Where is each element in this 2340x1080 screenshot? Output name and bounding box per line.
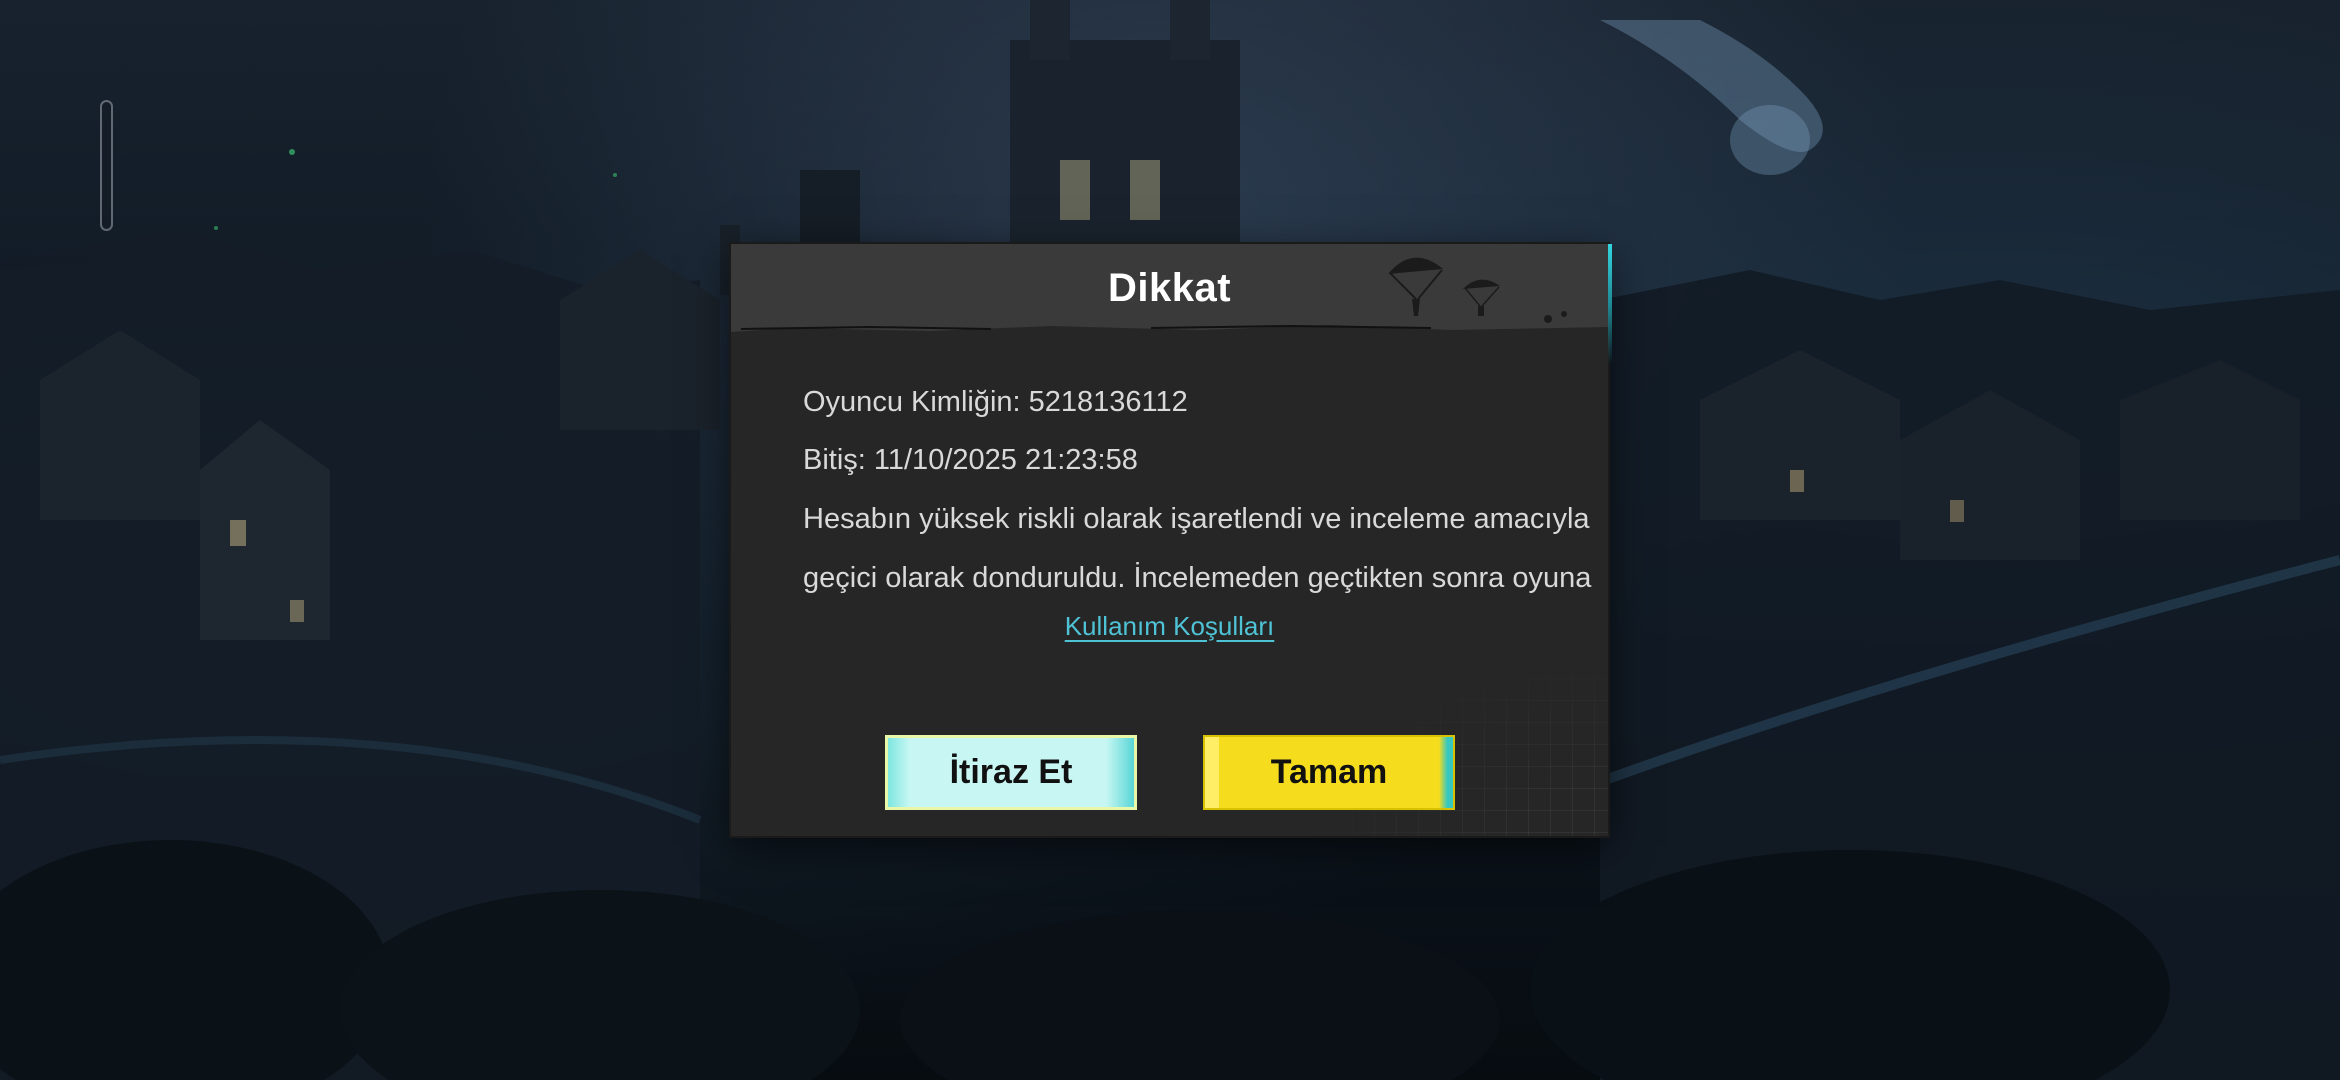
button-stripe	[1106, 738, 1134, 807]
appeal-button-label: İtiraz Et	[949, 753, 1073, 791]
expiry-text: Bitiş: 11/10/2025 21:23:58	[803, 444, 1138, 476]
message-line-2: geçici olarak donduruldu. İncelemeden ge…	[803, 562, 1592, 594]
button-stripe	[1439, 737, 1453, 808]
ok-button[interactable]: Tamam	[1203, 735, 1455, 810]
side-handle[interactable]	[100, 100, 113, 231]
terms-of-use-link[interactable]: Kullanım Koşulları	[1065, 611, 1275, 641]
terms-link-row: Kullanım Koşulları	[731, 611, 1608, 642]
dialog-accent-edge	[1608, 244, 1612, 364]
dialog-header: Dikkat	[731, 244, 1608, 338]
warning-dialog: Dikkat Oyuncu Kimliğin: 5218136112 Bitiş…	[731, 244, 1612, 836]
header-brush-divider	[731, 324, 1608, 338]
button-stripe	[888, 738, 910, 807]
message-line-1: Hesabın yüksek riskli olarak işaretlendi…	[803, 503, 1590, 535]
button-stripe	[1205, 737, 1219, 808]
appeal-button[interactable]: İtiraz Et	[885, 735, 1137, 810]
player-id-text: Oyuncu Kimliğin: 5218136112	[803, 386, 1188, 418]
ok-button-label: Tamam	[1270, 753, 1388, 791]
dialog-title: Dikkat	[1107, 266, 1232, 310]
